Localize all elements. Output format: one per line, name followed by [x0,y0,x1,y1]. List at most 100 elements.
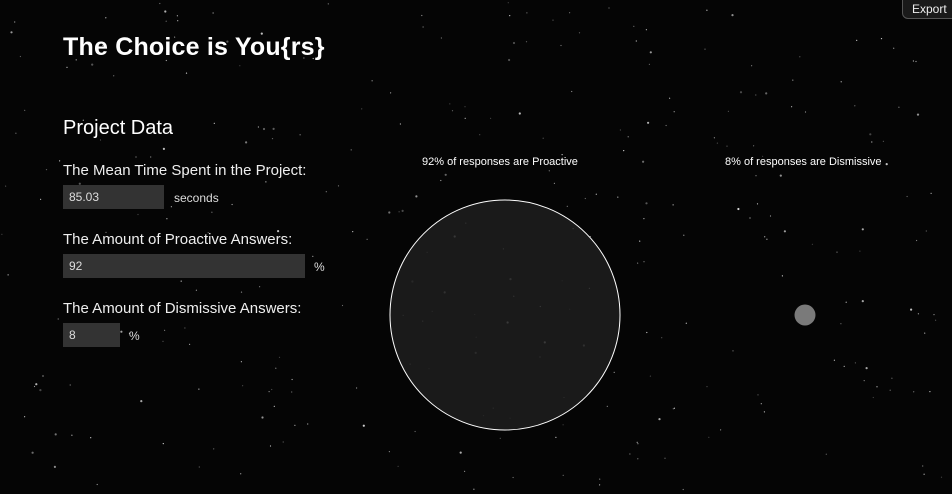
star-dot [278,356,281,358]
star-dot [917,313,920,315]
star-dot [683,234,685,236]
star-dot [706,9,708,11]
star-dot [633,25,635,27]
star-dot [113,75,115,77]
star-dot [428,368,430,370]
star-dot [578,32,581,34]
star-dot [930,192,932,194]
star-dot [162,147,165,150]
star-dot [440,179,442,182]
star-dot [649,375,652,377]
star-dot [804,111,807,113]
star-dot [54,433,57,436]
star-dot [198,388,200,390]
star-dot [569,308,571,310]
star-dot [599,484,601,486]
star-dot [781,275,784,277]
star-dot [751,65,753,67]
star-dot [548,170,550,172]
star-dot [619,129,622,131]
star-dot [566,205,568,207]
star-dot [513,295,515,297]
star-dot [166,218,168,220]
star-dot [176,15,178,17]
star-dot [891,377,893,379]
star-dot [184,327,186,329]
star-dot [422,26,424,28]
star-dot [69,384,71,386]
star-dot [415,195,418,198]
star-dot [562,474,564,476]
star-dot [629,453,631,455]
star-dot [239,65,241,67]
star-dot [682,488,684,491]
star-dot [924,332,926,334]
star-dot [757,394,759,396]
proactive-label: The Amount of Proactive Answers: [63,231,293,248]
star-dot [240,361,242,363]
star-dot [464,106,466,108]
star-dot [539,305,541,308]
star-dot [411,280,414,283]
star-dot [398,211,400,213]
star-dot [553,182,556,184]
star-dot [749,217,751,219]
dismissive-input[interactable] [63,323,120,347]
star-dot [861,300,864,303]
star-dot [737,207,740,211]
star-dot [898,106,900,108]
star-dot [443,291,446,294]
star-dot [636,441,638,443]
star-dot [273,405,275,407]
star-dot [509,417,511,419]
star-dot [647,121,650,124]
star-dot [164,10,167,13]
star-dot [880,38,883,40]
mean-time-input[interactable] [63,185,164,209]
star-dot [923,473,925,475]
star-dot [265,181,267,183]
star-dot [658,418,661,421]
star-dot [371,80,373,82]
star-dot [859,250,861,252]
star-dot [312,255,314,257]
proactive-caption: 92% of responses are Proactive [422,156,578,168]
star-dot [282,441,284,443]
star-dot [871,141,873,143]
star-dot [388,211,391,214]
star-dot [464,117,466,119]
star-dot [910,308,913,311]
star-dot [198,466,200,468]
star-dot [539,356,541,358]
export-button[interactable]: Export [902,0,952,19]
star-dot [105,17,107,19]
star-dot [708,436,710,438]
star-dot [912,60,915,62]
star-dot [791,106,793,108]
star-dot [753,145,755,147]
star-dot [518,112,521,115]
star-dot [893,47,895,49]
star-dot [271,388,273,391]
star-dot [150,156,152,158]
star-dot [275,367,277,369]
star-dot [613,371,615,373]
star-dot [595,193,597,195]
star-dot [673,111,675,113]
star-dot [792,79,794,81]
star-dot [45,169,48,171]
star-dot [599,478,601,480]
star-dot [799,56,801,58]
star-dot [245,141,248,144]
star-dot [543,341,546,344]
mean-time-unit: seconds [174,191,219,205]
star-dot [490,117,492,119]
star-dot [39,389,42,392]
star-dot [645,29,648,31]
star-dot [916,239,918,242]
star-dot [669,97,671,99]
star-dot [57,318,59,320]
proactive-input[interactable] [63,254,305,278]
star-dot [637,262,639,264]
app-stage: The Choice is You{rs} Export Project Dat… [0,0,952,494]
